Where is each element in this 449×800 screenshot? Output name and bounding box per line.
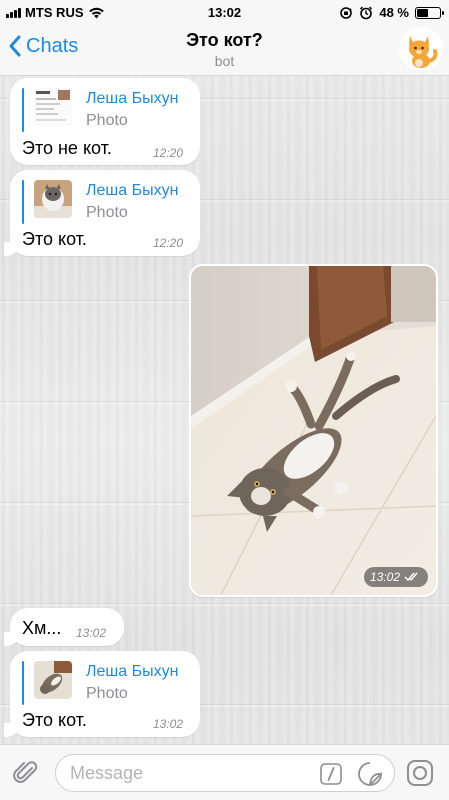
message-time: 12:20: [153, 146, 184, 160]
attach-button[interactable]: [12, 759, 40, 792]
nav-bar: Chats Это кот? bot: [0, 24, 449, 76]
bot-commands-button[interactable]: [320, 763, 342, 790]
message-input[interactable]: [55, 754, 395, 792]
status-bar: MTS RUS 13:02 48 %: [0, 0, 449, 24]
sticker-icon: [358, 762, 382, 786]
slash-command-icon: [320, 763, 342, 785]
back-button[interactable]: Chats: [8, 34, 78, 58]
reply-bar: [22, 661, 24, 705]
status-right: 48 %: [339, 5, 444, 20]
alarm-icon: [360, 6, 373, 19]
input-bar: [0, 744, 449, 800]
message-text: Это кот.: [22, 710, 87, 730]
reply-bar: [22, 180, 24, 224]
cat-photo-image: [191, 266, 436, 595]
message-time: 13:02: [153, 717, 184, 731]
message-bubble[interactable]: Леша Быхун Photo Это кот. 13:02: [4, 651, 200, 737]
chat-title: Это кот?: [186, 30, 263, 50]
chevron-left-icon: [9, 35, 21, 57]
reply-thumbnail[interactable]: [34, 180, 72, 218]
photo-time: 13:02: [369, 570, 400, 584]
message-bubble[interactable]: Леша Быхун Photo Это не кот. 12:20: [10, 78, 200, 165]
message-time: 13:02: [76, 626, 107, 640]
photo-timestamp: 13:02: [363, 567, 428, 587]
cat-thumbnail: [34, 661, 72, 699]
message-bubble[interactable]: Леша Быхун Photo Это кот. 12:20: [4, 170, 200, 256]
battery-percent: 48 %: [379, 5, 409, 20]
double-check-icon: [404, 572, 418, 582]
cat-thumbnail: [34, 180, 72, 218]
battery-fill: [417, 8, 428, 17]
bot-avatar[interactable]: [399, 27, 443, 71]
chat-header[interactable]: Это кот? bot: [110, 30, 339, 69]
reply-kind: Photo: [86, 112, 128, 129]
message-text: Хм...: [22, 618, 62, 638]
photo-message[interactable]: 13:02: [189, 264, 438, 597]
paperclip-icon: [13, 761, 38, 783]
message-text: Это не кот.: [22, 138, 112, 158]
message-bubble[interactable]: Хм... 13:02: [4, 608, 124, 646]
reply-thumbnail[interactable]: [34, 661, 72, 699]
camera-button[interactable]: [406, 759, 434, 792]
camera-icon: [407, 760, 433, 786]
reply-author: Леша Быхун: [86, 90, 179, 107]
orientation-lock-icon: [340, 6, 353, 19]
reply-bar: [22, 88, 24, 132]
reply-kind: Photo: [86, 204, 128, 221]
message-time: 12:20: [153, 236, 184, 250]
reply-thumbnail[interactable]: [34, 88, 72, 126]
reply-author: Леша Быхун: [86, 182, 179, 199]
reply-kind: Photo: [86, 685, 128, 702]
battery-icon: [415, 6, 444, 19]
cat-photo[interactable]: 13:02: [191, 266, 436, 595]
sticker-button[interactable]: [357, 761, 383, 792]
message-text: Это кот.: [22, 229, 87, 249]
chat-subtitle: bot: [214, 53, 235, 69]
screenshot-thumbnail: [34, 88, 72, 126]
reply-author: Леша Быхун: [86, 663, 179, 680]
back-label: Chats: [26, 34, 79, 57]
cat-avatar-icon: [399, 27, 443, 71]
